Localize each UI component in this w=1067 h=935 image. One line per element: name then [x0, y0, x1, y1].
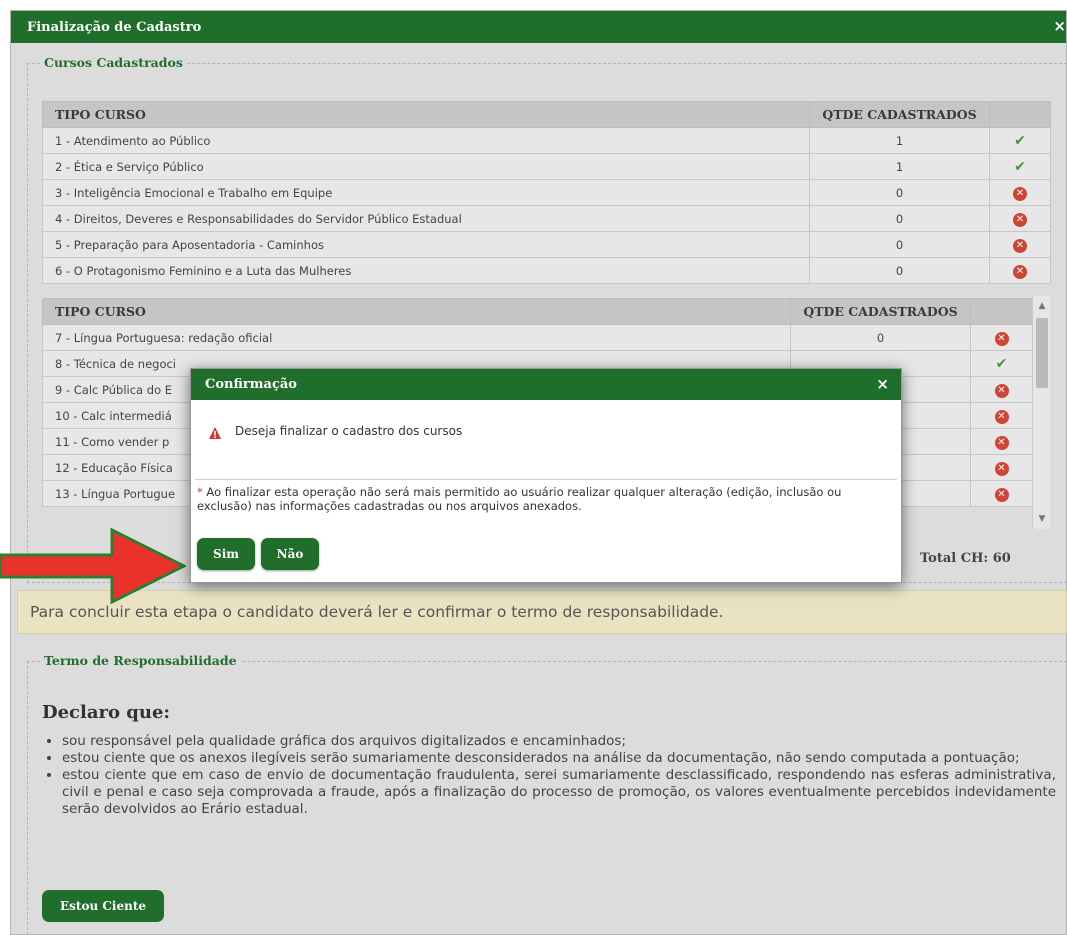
- col-header-status: [970, 298, 1033, 325]
- col-header-qtde: QTDE CADASTRADOS: [790, 298, 971, 325]
- col-header-qtde: QTDE CADASTRADOS: [809, 101, 990, 128]
- check-icon: ✔: [1014, 158, 1026, 175]
- course-status: ✕: [989, 179, 1051, 206]
- course-name: 7 - Língua Portuguesa: redação oficial: [42, 324, 791, 351]
- term-legend: Termo de Responsabilidade: [40, 653, 241, 668]
- course-status: ✕: [970, 324, 1033, 351]
- course-qty: 0: [809, 257, 990, 284]
- course-status: ✕: [989, 231, 1051, 258]
- total-ch: Total CH: 60: [920, 551, 1011, 566]
- courses-legend: Cursos Cadastrados: [40, 55, 187, 70]
- window-close-icon[interactable]: ×: [1053, 17, 1066, 35]
- course-qty: 0: [809, 205, 990, 232]
- sim-button[interactable]: Sim: [197, 538, 255, 570]
- term-item: sou responsável pela qualidade gráfica d…: [62, 733, 1056, 750]
- error-icon: ✕: [1013, 186, 1027, 201]
- term-item: estou ciente que em caso de envio de doc…: [62, 767, 1056, 818]
- error-icon: ✕: [1013, 212, 1027, 227]
- course-qty: 0: [809, 179, 990, 206]
- dialog-close-icon[interactable]: ×: [876, 375, 889, 393]
- course-name: 4 - Direitos, Deveres e Responsabilidade…: [42, 205, 810, 232]
- table-row: 1 - Atendimento ao Público 1 ✔: [42, 127, 1051, 154]
- error-icon: ✕: [1013, 238, 1027, 253]
- error-icon: ✕: [994, 383, 1009, 398]
- table-row: 7 - Língua Portuguesa: redação oficial 0 ✕: [42, 324, 1033, 351]
- table-row: 6 - O Protagonismo Feminino e a Luta das…: [42, 257, 1051, 284]
- red-arrow-icon: [0, 528, 186, 604]
- error-icon: ✕: [994, 487, 1009, 502]
- col-header-status: [989, 101, 1051, 128]
- warning-icon: [209, 427, 221, 439]
- course-name: 6 - O Protagonismo Feminino e a Luta das…: [42, 257, 810, 284]
- courses-table-1: TIPO CURSO QTDE CADASTRADOS 1 - Atendime…: [42, 101, 1051, 284]
- course-name: 3 - Inteligência Emocional e Trabalho em…: [42, 179, 810, 206]
- error-icon: ✕: [1013, 264, 1027, 279]
- dialog-note: * Ao finalizar esta operação não será ma…: [197, 485, 887, 513]
- course-status: ✕: [989, 257, 1051, 284]
- dialog-divider: [195, 479, 897, 480]
- error-icon: ✕: [994, 435, 1009, 450]
- error-icon: ✕: [994, 461, 1009, 476]
- course-status: ✔: [989, 153, 1051, 180]
- nao-button[interactable]: Não: [261, 538, 319, 570]
- check-icon: ✔: [1014, 132, 1026, 149]
- course-qty: 0: [809, 231, 990, 258]
- error-icon: ✕: [994, 331, 1009, 346]
- term-heading: Declaro que:: [42, 702, 171, 723]
- error-icon: ✕: [994, 409, 1009, 424]
- table-row: 3 - Inteligência Emocional e Trabalho em…: [42, 179, 1051, 206]
- table-row: 4 - Direitos, Deveres e Responsabilidade…: [42, 205, 1051, 232]
- course-qty: 1: [809, 127, 990, 154]
- course-qty: 0: [790, 324, 971, 351]
- course-qty: 1: [809, 153, 990, 180]
- dialog-title: Confirmação: [191, 369, 901, 400]
- check-icon: ✔: [995, 355, 1008, 372]
- table-row: 2 - Ética e Serviço Público 1 ✔: [42, 153, 1051, 180]
- course-name: 2 - Ética e Serviço Público: [42, 153, 810, 180]
- course-name: 1 - Atendimento ao Público: [42, 127, 810, 154]
- course-status: ✕: [970, 480, 1033, 507]
- term-item: estou ciente que os anexos ilegíveis ser…: [62, 750, 1056, 767]
- confirm-dialog: Confirmação × Deseja finalizar o cadastr…: [190, 368, 902, 583]
- course-name: 5 - Preparação para Aposentadoria - Cami…: [42, 231, 810, 258]
- dialog-message: Deseja finalizar o cadastro dos cursos: [235, 424, 463, 438]
- col-header-tipo-curso: TIPO CURSO: [42, 101, 810, 128]
- course-status: ✕: [989, 205, 1051, 232]
- window-title: Finalização de Cadastro: [11, 11, 1066, 43]
- scroll-up-icon[interactable]: ▲: [1033, 298, 1051, 314]
- term-list: sou responsável pela qualidade gráfica d…: [46, 733, 1056, 818]
- col-header-tipo-curso: TIPO CURSO: [42, 298, 791, 325]
- scroll-down-icon[interactable]: ▼: [1033, 511, 1051, 527]
- course-status: ✔: [970, 350, 1033, 377]
- estou-ciente-button[interactable]: Estou Ciente: [42, 890, 164, 922]
- note-text: Ao finalizar esta operação não será mais…: [197, 485, 842, 513]
- scroll-thumb[interactable]: [1036, 318, 1048, 388]
- course-status: ✔: [989, 127, 1051, 154]
- courses-scrollbar[interactable]: ▲ ▼: [1032, 296, 1050, 529]
- course-status: ✕: [970, 454, 1033, 481]
- course-status: ✕: [970, 376, 1033, 403]
- course-status: ✕: [970, 428, 1033, 455]
- table-row: 5 - Preparação para Aposentadoria - Cami…: [42, 231, 1051, 258]
- course-status: ✕: [970, 402, 1033, 429]
